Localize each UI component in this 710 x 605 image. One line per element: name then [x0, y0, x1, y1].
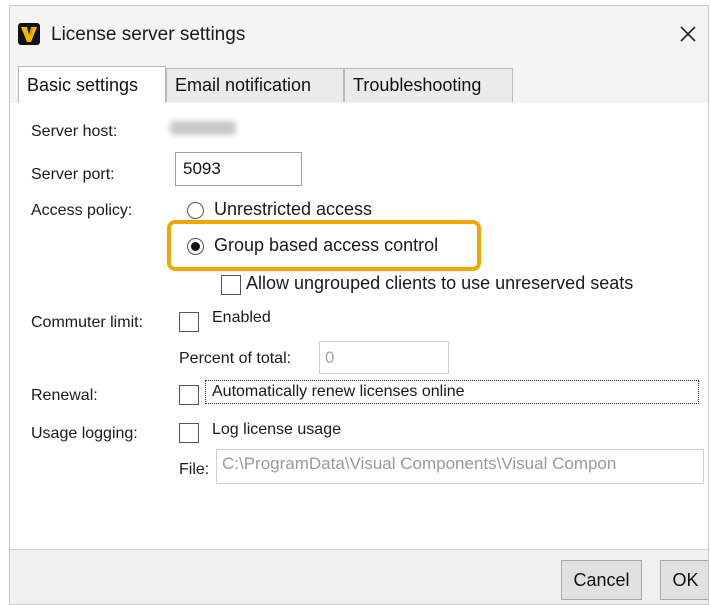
auto-renew-label[interactable]: Automatically renew licenses online	[205, 380, 699, 404]
button-bar: Cancel OK	[10, 549, 708, 604]
renewal-label: Renewal:	[31, 387, 98, 404]
access-policy-label: Access policy:	[31, 202, 133, 219]
basic-settings-panel: Server host: Server port: Access policy:…	[10, 103, 708, 549]
file-label: File:	[179, 461, 210, 478]
server-port-input[interactable]	[175, 152, 302, 186]
auto-renew-checkbox[interactable]	[179, 385, 199, 405]
ok-button[interactable]: OK	[660, 560, 708, 600]
unrestricted-access-radio[interactable]	[187, 202, 204, 219]
unrestricted-access-label[interactable]: Unrestricted access	[214, 199, 372, 220]
visual-components-logo-icon	[18, 23, 40, 45]
usage-logging-label: Usage logging:	[31, 425, 138, 442]
server-host-label: Server host:	[31, 123, 118, 140]
log-usage-checkbox[interactable]	[179, 423, 199, 443]
allow-ungrouped-label[interactable]: Allow ungrouped clients to use unreserve…	[246, 273, 633, 294]
title-bar: License server settings	[10, 6, 708, 58]
tab-basic-settings[interactable]: Basic settings	[18, 66, 166, 104]
server-port-label: Server port:	[31, 166, 115, 183]
group-based-access-radio[interactable]	[187, 238, 204, 255]
cancel-button[interactable]: Cancel	[561, 560, 642, 600]
close-icon[interactable]	[670, 16, 706, 52]
percent-of-total-label: Percent of total:	[179, 350, 292, 367]
tab-email-notification[interactable]: Email notification	[166, 68, 344, 102]
commuter-limit-label: Commuter limit:	[31, 314, 144, 331]
commuter-enabled-label[interactable]: Enabled	[212, 309, 271, 327]
log-usage-label[interactable]: Log license usage	[212, 421, 341, 439]
window-title: License server settings	[51, 24, 246, 45]
percent-of-total-input[interactable]	[319, 341, 449, 374]
server-host-value-redacted	[170, 121, 236, 135]
license-server-settings-dialog: License server settings Basic settings E…	[9, 5, 709, 605]
group-based-access-label[interactable]: Group based access control	[214, 235, 438, 256]
tab-troubleshooting[interactable]: Troubleshooting	[344, 68, 513, 102]
tab-strip: Basic settings Email notification Troubl…	[10, 58, 708, 104]
allow-ungrouped-checkbox[interactable]	[221, 275, 241, 295]
commuter-enabled-checkbox[interactable]	[179, 312, 199, 332]
log-file-path-input[interactable]: C:\ProgramData\Visual Components\Visual …	[216, 449, 704, 484]
